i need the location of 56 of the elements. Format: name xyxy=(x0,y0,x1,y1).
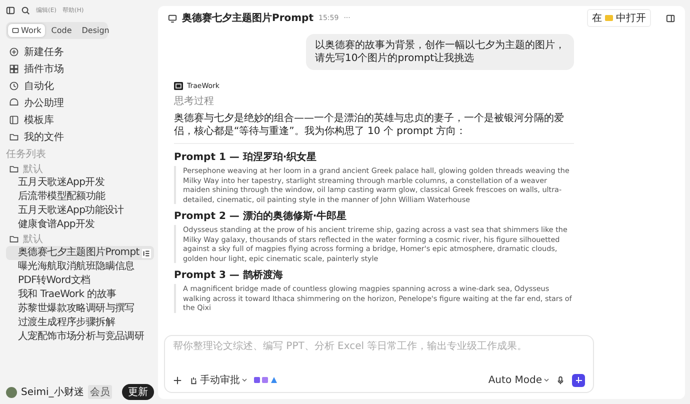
search-icon[interactable] xyxy=(21,6,30,14)
chevron-down-icon xyxy=(242,378,247,382)
panel-icon[interactable] xyxy=(666,14,675,22)
nav-item[interactable]: 模板库 xyxy=(24,112,54,126)
prompt-title: Prompt 2 — 漂泊的奥德修斯·牛郎星 xyxy=(174,209,348,223)
task-item[interactable]: PDF转Word文档 xyxy=(6,274,154,288)
plus-circle-icon[interactable] xyxy=(9,46,19,56)
member-badge: 会员 xyxy=(88,385,112,399)
folder-icon xyxy=(9,234,19,244)
folder-icon xyxy=(9,164,19,174)
chevron-down-icon xyxy=(544,378,549,382)
prompt-title: Prompt 3 — 鹊桥渡海 xyxy=(174,268,284,282)
sidebar-toggle-icon[interactable] xyxy=(6,6,15,14)
assistant-intro: 奥德赛与七夕是绝妙的组合——一个是漂泊的英雄与忠贞的妻子，一个是被银河分隔的爱侣，核心都是“等待与重逢”。我为你构思了 10 个 prompt 方向： xyxy=(174,112,574,144)
list-icon[interactable] xyxy=(142,248,152,258)
mode-tab[interactable]: Design xyxy=(78,24,114,37)
open-in-button[interactable]: 在 中打开 xyxy=(587,9,651,27)
task-item[interactable]: 苏黎世爆款攻略调研与撰写 xyxy=(6,302,154,316)
mode-tab[interactable]: Work xyxy=(8,24,46,37)
plus-icon[interactable] xyxy=(173,376,182,384)
user-message: 以奥德赛的故事为背景，创作一幅以七夕为主题的图片，请先写10个图片的prompt让我挑选 xyxy=(306,34,574,70)
grid-icon[interactable] xyxy=(9,64,19,74)
task-item[interactable]: 我和 TraeWork 的故事 xyxy=(6,288,154,302)
task-item[interactable]: 过渡生成程序步骤拆解 xyxy=(6,316,154,330)
mode-tab[interactable]: Code xyxy=(47,24,76,37)
tool-icons[interactable] xyxy=(254,376,278,384)
mode-dropdown[interactable]: Auto Mode xyxy=(488,374,549,386)
task-item[interactable]: 奥德赛七夕主题图片Prompt xyxy=(6,246,154,260)
section-title: 任务列表 xyxy=(6,148,47,162)
chat-title: 奥德赛七夕主题图片Prompt xyxy=(182,11,314,25)
nav-item[interactable]: 插件市场 xyxy=(24,62,64,76)
task-item[interactable]: 人宠配饰市场分析与竞品调研 xyxy=(6,330,154,344)
prompt-title: Prompt 1 — 珀涅罗珀·织女星 xyxy=(174,150,318,164)
book-icon[interactable] xyxy=(9,114,19,124)
thinking-toggle[interactable]: 思考过程 xyxy=(174,94,574,108)
monitor-icon xyxy=(12,27,19,34)
approval-dropdown[interactable]: 手动审批 xyxy=(189,373,247,387)
microphone-icon[interactable] xyxy=(556,376,565,384)
nav-item[interactable]: 新建任务 xyxy=(24,44,64,58)
user-name: Seimi_小财迷 xyxy=(21,386,84,399)
task-item[interactable]: 曝光海航取消航班隐瞒信息 xyxy=(6,260,154,274)
nav-item[interactable]: 办公助理 xyxy=(24,96,64,110)
logo-icon xyxy=(174,82,183,90)
folder-icon[interactable] xyxy=(9,132,19,142)
task-item[interactable]: 五月天歌迷App功能设计 xyxy=(6,204,154,218)
send-button[interactable] xyxy=(572,374,585,386)
headset-icon[interactable] xyxy=(9,98,19,108)
avatar[interactable] xyxy=(6,386,17,398)
task-item[interactable]: 后流带模型配额功能 xyxy=(6,190,154,204)
update-button[interactable]: 更新 xyxy=(122,384,154,400)
task-item[interactable]: 五月天歌迷App开发 xyxy=(6,176,154,190)
task-item[interactable]: 健康食谱App开发 xyxy=(6,218,154,232)
chat-icon xyxy=(168,14,177,22)
nav-item[interactable]: 自动化 xyxy=(24,78,54,92)
nav-item[interactable]: 我的文件 xyxy=(24,130,64,144)
clock-icon[interactable] xyxy=(9,80,19,90)
